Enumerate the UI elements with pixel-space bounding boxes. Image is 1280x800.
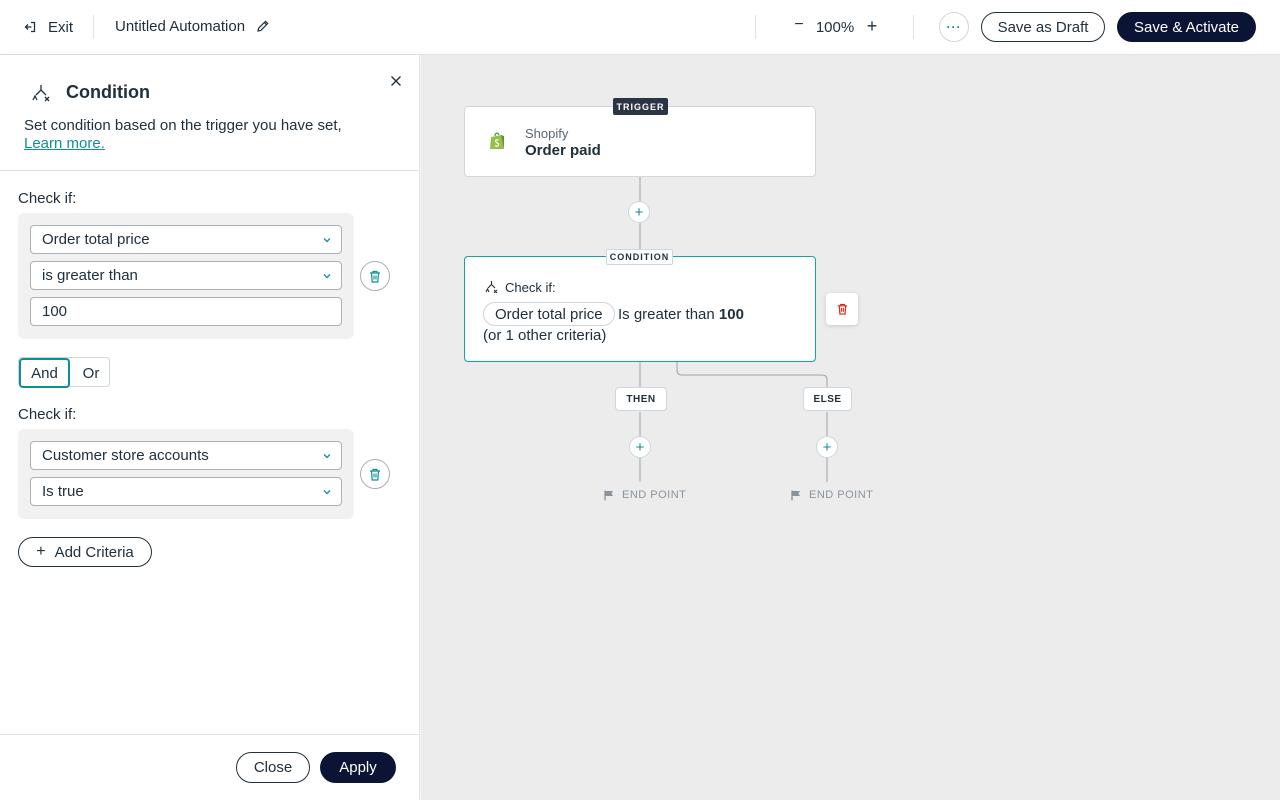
divider xyxy=(755,15,756,39)
divider xyxy=(0,734,420,735)
automation-canvas[interactable]: Shopify Order paid + Check if: Order tot… xyxy=(421,55,1280,800)
then-end-point: END POINT xyxy=(604,489,686,501)
shopify-icon xyxy=(489,132,506,156)
criteria-group-1: Order total price is greater than 100 xyxy=(18,213,354,339)
trash-icon xyxy=(837,303,847,315)
trigger-app-name: Shopify xyxy=(525,126,569,141)
plus-icon: + xyxy=(36,543,46,560)
chevron-down-icon xyxy=(323,454,331,459)
panel-description: Set condition based on the trigger you h… xyxy=(24,117,342,134)
and-button[interactable]: And xyxy=(19,358,70,388)
close-button[interactable]: Close xyxy=(236,752,310,783)
exit-label: Exit xyxy=(48,18,74,36)
check-if-label: Check if: xyxy=(18,406,77,423)
operator-dropdown-value: is greater than xyxy=(42,267,138,284)
value-input-text: 100 xyxy=(42,303,68,320)
else-end-point: END POINT xyxy=(791,489,873,501)
end-point-label: END POINT xyxy=(809,489,874,501)
chevron-down-icon xyxy=(323,490,331,495)
trash-icon xyxy=(370,270,380,283)
condition-rule-text: Is greater than 100 xyxy=(618,306,744,323)
then-branch-label: THEN xyxy=(615,387,667,411)
value-input[interactable]: 100 xyxy=(30,297,342,326)
end-point-label: END POINT xyxy=(622,489,687,501)
field-dropdown[interactable]: Order total price xyxy=(30,225,342,254)
condition-operator: Is greater than xyxy=(618,306,715,323)
flag-icon xyxy=(791,490,800,500)
condition-other-criteria: (or 1 other criteria) xyxy=(483,327,607,344)
field-dropdown[interactable]: Customer store accounts xyxy=(30,441,342,470)
add-step-button[interactable]: + xyxy=(628,201,650,223)
zoom-out-button[interactable]: − xyxy=(790,16,808,38)
condition-icon xyxy=(31,83,51,108)
zoom-level: 100% xyxy=(815,19,855,36)
close-icon[interactable] xyxy=(386,71,406,91)
delete-criteria-button[interactable] xyxy=(360,261,390,291)
trigger-event-name: Order paid xyxy=(525,142,601,159)
logic-toggle: And Or xyxy=(18,357,111,388)
divider xyxy=(93,15,94,39)
divider xyxy=(913,15,914,39)
condition-field-pill: Order total price xyxy=(483,302,615,326)
add-step-button[interactable]: + xyxy=(629,436,651,458)
top-bar: Exit Untitled Automation − 100% + ··· Sa… xyxy=(0,0,1280,55)
edit-title-icon[interactable] xyxy=(256,19,270,38)
field-dropdown-value: Customer store accounts xyxy=(42,447,209,464)
operator-dropdown-value: Is true xyxy=(42,483,84,500)
save-as-draft-button[interactable]: Save as Draft xyxy=(981,12,1105,42)
add-criteria-button[interactable]: + Add Criteria xyxy=(18,537,152,567)
flag-icon xyxy=(604,490,613,500)
chevron-down-icon xyxy=(323,274,331,279)
condition-icon xyxy=(485,280,498,298)
condition-value: 100 xyxy=(718,306,744,323)
delete-criteria-button[interactable] xyxy=(360,459,390,489)
condition-badge: CONDITION xyxy=(606,249,673,265)
trigger-badge: TRIGGER xyxy=(613,98,668,115)
field-dropdown-value: Order total price xyxy=(42,231,150,248)
else-branch-label: ELSE xyxy=(803,387,852,411)
automation-title[interactable]: Untitled Automation xyxy=(115,18,245,35)
or-button[interactable]: Or xyxy=(71,358,111,388)
add-step-button[interactable]: + xyxy=(816,436,838,458)
panel-title: Condition xyxy=(66,82,150,102)
learn-more-link[interactable]: Learn more. xyxy=(24,135,105,152)
zoom-in-button[interactable]: + xyxy=(863,16,881,38)
check-if-label: Check if: xyxy=(18,190,77,207)
divider xyxy=(0,170,420,171)
add-criteria-label: Add Criteria xyxy=(54,543,134,561)
operator-dropdown[interactable]: is greater than xyxy=(30,261,342,290)
chevron-down-icon xyxy=(323,238,331,243)
operator-dropdown[interactable]: Is true xyxy=(30,477,342,506)
condition-node[interactable]: Check if: Order total price Is greater t… xyxy=(464,256,816,362)
save-and-activate-button[interactable]: Save & Activate xyxy=(1117,12,1256,42)
exit-button[interactable]: Exit xyxy=(24,17,73,37)
delete-node-button[interactable] xyxy=(826,293,858,325)
apply-button[interactable]: Apply xyxy=(320,752,396,783)
condition-check-label: Check if: xyxy=(505,280,556,295)
criteria-group-2: Customer store accounts Is true xyxy=(18,429,354,519)
trash-icon xyxy=(370,468,380,481)
more-actions-button[interactable]: ··· xyxy=(939,12,969,42)
exit-icon xyxy=(24,21,36,33)
condition-panel: Condition Set condition based on the tri… xyxy=(0,55,420,800)
trigger-node[interactable]: Shopify Order paid xyxy=(464,106,816,177)
